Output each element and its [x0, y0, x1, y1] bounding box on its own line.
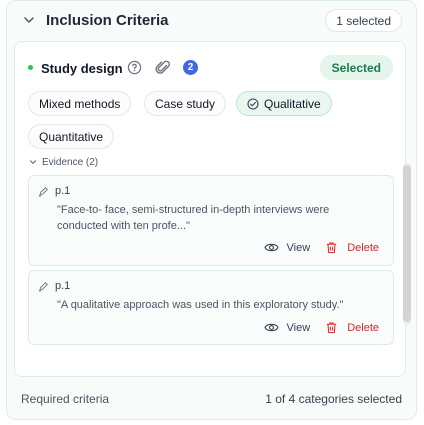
help-circle-icon[interactable] [127, 60, 142, 75]
trash-icon [327, 322, 337, 334]
selected-count-badge: 1 selected [325, 9, 402, 32]
option-quantitative[interactable]: Quantitative [28, 124, 115, 149]
delete-button[interactable]: Delete [324, 241, 379, 254]
view-label: View [286, 321, 311, 334]
criteria-label: Study design [41, 61, 123, 76]
criteria-row-study-design: Study design 2 Selected [15, 55, 405, 81]
eye-icon [263, 243, 279, 252]
option-label: Quantitative [39, 129, 104, 144]
evidence-item: p.1 "Face-to- face, semi-structured in-d… [28, 175, 394, 266]
attachment-count-badge: 2 [183, 60, 198, 75]
evidence-page[interactable]: p.1 [38, 185, 70, 197]
option-qualitative[interactable]: Qualitative [236, 91, 332, 116]
paperclip-icon[interactable] [155, 59, 171, 76]
delete-label: Delete [347, 241, 379, 254]
evidence-actions: View Delete [263, 241, 379, 254]
option-label: Mixed methods [39, 96, 121, 111]
page-ref: p.1 [55, 185, 71, 197]
page-ref: p.1 [55, 280, 71, 292]
scrollbar-thumb[interactable] [403, 165, 411, 322]
status-badge: Selected [319, 55, 393, 80]
evidence-page[interactable]: p.1 [38, 280, 70, 292]
evidence-actions: View Delete [263, 321, 379, 334]
evidence-toggle[interactable]: Evidence (2) [29, 155, 98, 169]
criteria-card: Study design 2 Selected Mixed methods Ca… [14, 41, 406, 377]
panel-header[interactable]: Inclusion Criteria 1 selected [7, 1, 416, 39]
view-label: View [286, 241, 311, 254]
delete-button[interactable]: Delete [324, 321, 379, 334]
option-label: Qualitative [264, 96, 321, 111]
panel-title: Inclusion Criteria [46, 12, 169, 29]
chevron-down-icon [29, 160, 37, 165]
option-case-study[interactable]: Case study [144, 91, 227, 116]
evidence-quote: "Face-to- face, semi-structured in-depth… [57, 204, 330, 232]
option-label: Case study [155, 96, 216, 111]
evidence-quote: "A qualitative approach was used in this… [57, 299, 344, 311]
delete-label: Delete [347, 321, 379, 334]
highlighter-icon [38, 281, 48, 292]
footer-label: Required criteria [21, 392, 110, 406]
check-circle-icon [247, 97, 259, 110]
chevron-down-icon[interactable] [23, 14, 35, 26]
inclusion-criteria-panel: Inclusion Criteria 1 selected Study desi… [6, 0, 417, 420]
view-button[interactable]: View [263, 321, 311, 334]
evidence-label: Evidence (2) [42, 156, 99, 168]
highlighter-icon [38, 186, 48, 197]
view-button[interactable]: View [263, 241, 311, 254]
option-mixed-methods[interactable]: Mixed methods [28, 91, 132, 116]
eye-icon [263, 323, 279, 332]
status-dot [28, 65, 33, 70]
trash-icon [327, 242, 337, 254]
evidence-item: p.1 "A qualitative approach was used in … [28, 270, 394, 345]
footer-summary: 1 of 4 categories selected [265, 392, 402, 406]
